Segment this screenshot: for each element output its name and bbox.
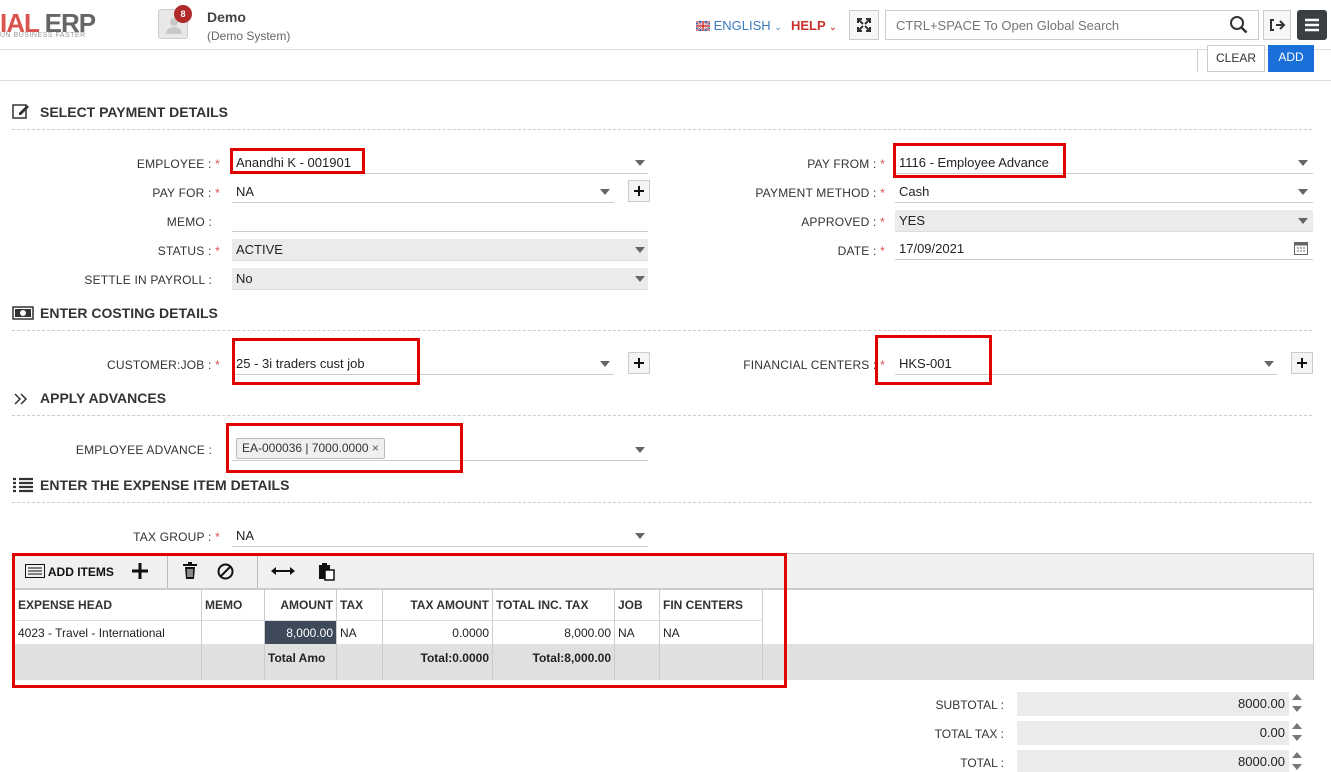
logout-icon [1270, 19, 1286, 31]
chevron-down-icon[interactable] [600, 189, 610, 195]
employee-label: EMPLOYEE : * [136, 157, 220, 171]
language-selector[interactable]: ENGLISH ⌄ [695, 18, 782, 33]
chevron-down-icon[interactable] [635, 247, 645, 253]
total-tax-label: TOTAL TAX : [934, 727, 1004, 741]
chevron-down-icon[interactable] [635, 533, 645, 539]
chevron-down-icon[interactable] [635, 276, 645, 282]
status-label: STATUS : * [157, 244, 220, 258]
add-button[interactable]: ADD [1268, 45, 1314, 72]
highlight-box [893, 143, 1066, 178]
chevron-down-icon[interactable] [600, 361, 610, 367]
help-menu[interactable]: HELP ⌄ [791, 18, 837, 33]
header-divider [0, 80, 1331, 81]
highlight-box [875, 335, 992, 385]
add-pay-for-button[interactable] [628, 180, 650, 202]
financial-centers-label: FINANCIAL CENTERS : * [743, 358, 885, 372]
add-customer-job-button[interactable] [628, 352, 650, 374]
section-divider [12, 330, 1312, 331]
add-financial-center-button[interactable] [1291, 352, 1313, 374]
help-label: HELP [791, 18, 826, 33]
section-title-payment: SELECT PAYMENT DETAILS [40, 104, 228, 120]
settle-in-payroll-label: SETTLE IN PAYROLL : [84, 273, 212, 287]
section-title-costing: ENTER COSTING DETAILS [40, 305, 218, 321]
total-tax-spinner[interactable] [1291, 721, 1303, 745]
highlight-box [12, 553, 787, 688]
total-input[interactable]: 8000.00 [1017, 750, 1289, 772]
top-bar: IAL ERP UN BUSINESS FASTER 8 Demo (Demo … [0, 0, 1331, 50]
highlight-box [232, 338, 420, 385]
notification-badge[interactable]: 8 [174, 5, 192, 23]
subtotal-spinner[interactable] [1291, 692, 1303, 716]
money-icon [12, 306, 34, 320]
chevron-down-icon[interactable] [635, 447, 645, 453]
chevron-down-icon[interactable] [635, 160, 645, 166]
language-label: ENGLISH [713, 18, 771, 33]
logout-button[interactable] [1263, 10, 1291, 40]
edit-icon [12, 104, 29, 119]
chevron-down-icon: ⌄ [774, 22, 782, 32]
toolbar-divider [1197, 50, 1198, 72]
payment-method-label: PAYMENT METHOD : * [755, 186, 885, 200]
section-divider [12, 415, 1312, 416]
customer-job-label: CUSTOMER:JOB : * [106, 358, 220, 372]
chevron-down-icon[interactable] [1298, 218, 1308, 224]
double-chevron-right-icon [14, 393, 28, 405]
subtotal-input[interactable]: 8000.00 [1017, 692, 1289, 716]
list-icon [13, 477, 33, 493]
settle-in-payroll-select[interactable]: No [232, 268, 648, 290]
chevron-down-icon: ⌄ [829, 22, 837, 32]
highlight-box [226, 423, 463, 473]
chevron-down-icon[interactable] [1264, 361, 1274, 367]
approved-label: APPROVED : * [801, 215, 885, 229]
total-label: TOTAL : [960, 756, 1004, 770]
memo-input[interactable] [232, 210, 648, 232]
global-search-input[interactable] [885, 10, 1259, 40]
section-title-advances: APPLY ADVANCES [40, 390, 167, 406]
date-label: DATE : * [837, 244, 885, 258]
pay-for-select[interactable]: NA [232, 181, 614, 203]
clear-button[interactable]: CLEAR [1207, 45, 1265, 72]
uk-flag-icon [695, 20, 711, 32]
fullscreen-button[interactable] [849, 10, 879, 40]
date-input[interactable]: 17/09/2021 [895, 238, 1313, 260]
hamburger-icon [1305, 18, 1319, 32]
employee-advance-label: EMPLOYEE ADVANCE : [75, 443, 212, 457]
memo-label: MEMO : [166, 215, 212, 229]
section-divider [12, 129, 1312, 130]
tax-group-select[interactable]: NA [232, 525, 648, 547]
expand-icon [857, 18, 871, 32]
chevron-down-icon[interactable] [1298, 189, 1308, 195]
subtotal-label: SUBTOTAL : [935, 698, 1004, 712]
tax-group-label: TAX GROUP : * [133, 530, 220, 544]
calendar-icon[interactable] [1294, 241, 1308, 255]
total-spinner[interactable] [1291, 750, 1303, 772]
logo-tagline: UN BUSINESS FASTER [0, 32, 86, 39]
status-select[interactable]: ACTIVE [232, 239, 648, 261]
approved-select[interactable]: YES [895, 210, 1313, 232]
section-divider [12, 502, 1312, 503]
company-name: Demo [207, 9, 246, 25]
search-icon[interactable] [1229, 15, 1249, 35]
total-tax-input[interactable]: 0.00 [1017, 721, 1289, 745]
main-menu-button[interactable] [1297, 10, 1327, 40]
pay-for-label: PAY FOR : * [152, 186, 220, 200]
section-title-expense: ENTER THE EXPENSE ITEM DETAILS [40, 477, 290, 493]
footer-filler [763, 644, 1313, 680]
chevron-down-icon[interactable] [1298, 160, 1308, 166]
payment-method-select[interactable]: Cash [895, 181, 1313, 203]
pay-from-label: PAY FROM : * [807, 157, 885, 171]
highlight-box [230, 148, 365, 174]
company-subtitle: (Demo System) [207, 29, 291, 43]
